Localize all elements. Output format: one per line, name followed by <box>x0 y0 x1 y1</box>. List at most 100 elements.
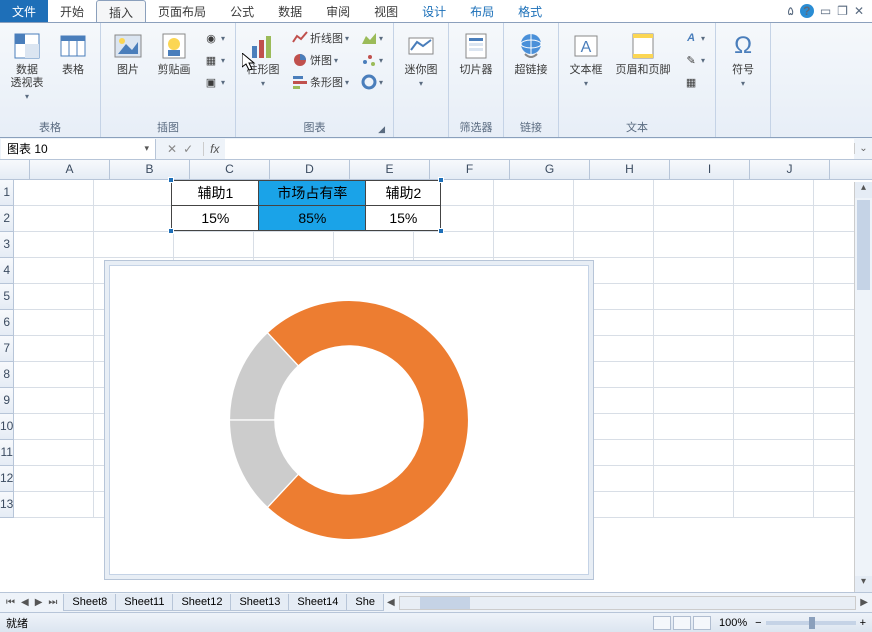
zoom-out-icon[interactable]: − <box>755 617 761 629</box>
sheet-nav-first-icon[interactable]: ⏮ <box>4 597 17 608</box>
chart-object[interactable] <box>104 260 594 580</box>
selection-handle[interactable] <box>168 177 174 183</box>
column-header-H[interactable]: H <box>590 160 670 179</box>
signature-button[interactable]: ✎▾ <box>679 50 709 70</box>
ribbon-minimize-icon[interactable]: ۵ <box>787 4 793 18</box>
table-button[interactable]: 表格 <box>52 28 94 79</box>
tab-page-layout[interactable]: 页面布局 <box>146 0 218 22</box>
formula-input[interactable] <box>225 139 854 159</box>
column-header-J[interactable]: J <box>750 160 830 179</box>
row-header-10[interactable]: 10 <box>0 414 14 440</box>
sheet-tab-She[interactable]: She <box>346 594 384 611</box>
row-header-6[interactable]: 6 <box>0 310 14 336</box>
horizontal-scrollbar[interactable]: ◀ ▶ <box>383 596 872 610</box>
view-page-layout-button[interactable] <box>673 616 691 630</box>
row-header-5[interactable]: 5 <box>0 284 14 310</box>
row-header-12[interactable]: 12 <box>0 466 14 492</box>
selection-handle[interactable] <box>438 228 444 234</box>
scroll-down-icon[interactable]: ▾ <box>855 576 872 592</box>
chart-plot-area[interactable] <box>115 271 583 569</box>
tab-view[interactable]: 视图 <box>362 0 410 22</box>
fx-icon[interactable]: fx <box>203 142 225 156</box>
name-box[interactable]: 图表 10▾ <box>1 139 156 159</box>
vertical-scrollbar[interactable]: ▴ ▾ <box>854 182 872 592</box>
symbol-button[interactable]: Ω 符号▾ <box>722 28 764 90</box>
clipart-button[interactable]: 剪贴画 <box>153 28 195 79</box>
tab-insert[interactable]: 插入 <box>96 0 146 22</box>
column-header-E[interactable]: E <box>350 160 430 179</box>
zoom-slider[interactable]: − + <box>755 617 866 629</box>
tab-home[interactable]: 开始 <box>48 0 96 22</box>
zoom-thumb[interactable] <box>809 617 815 629</box>
column-header-G[interactable]: G <box>510 160 590 179</box>
column-header-D[interactable]: D <box>270 160 350 179</box>
zoom-level[interactable]: 100% <box>719 617 747 629</box>
smartart-button[interactable]: ▦▾ <box>199 50 229 70</box>
tab-review[interactable]: 审阅 <box>314 0 362 22</box>
hscroll-left-icon[interactable]: ◀ <box>387 597 395 608</box>
sheet-nav-next-icon[interactable]: ▶ <box>33 597 45 608</box>
view-normal-button[interactable] <box>653 616 671 630</box>
formula-expand-icon[interactable]: ⌄ <box>854 143 872 154</box>
column-header-C[interactable]: C <box>190 160 270 179</box>
area-chart-button[interactable]: ▾ <box>357 28 387 48</box>
scroll-thumb[interactable] <box>857 200 870 290</box>
sheet-tab-Sheet14[interactable]: Sheet14 <box>288 594 347 611</box>
column-header-A[interactable]: A <box>30 160 110 179</box>
scroll-up-icon[interactable]: ▴ <box>855 182 872 198</box>
other-chart-button[interactable]: ▾ <box>357 72 387 92</box>
tab-data[interactable]: 数据 <box>266 0 314 22</box>
row-header-9[interactable]: 9 <box>0 388 14 414</box>
worksheet-grid[interactable]: ABCDEFGHIJ 12345678910111213 辅助1市场占有率辅助2… <box>0 160 872 590</box>
tab-design[interactable]: 设计 <box>410 0 458 22</box>
picture-button[interactable]: 图片 <box>107 28 149 79</box>
line-chart-button[interactable]: 折线图▾ <box>288 28 353 48</box>
selection-handle[interactable] <box>438 177 444 183</box>
pivot-table-button[interactable]: 数据 透视表▾ <box>6 28 48 103</box>
cell-c1[interactable]: 辅助1 <box>171 180 259 206</box>
cell-e2[interactable]: 15% <box>365 205 441 231</box>
view-page-break-button[interactable] <box>693 616 711 630</box>
shapes-button[interactable]: ◉▾ <box>199 28 229 48</box>
pie-chart-button[interactable]: 饼图▾ <box>288 50 353 70</box>
tab-file[interactable]: 文件 <box>0 0 48 22</box>
window-restore-icon[interactable]: ❐ <box>837 4 848 18</box>
tab-layout[interactable]: 布局 <box>458 0 506 22</box>
bar-chart-button[interactable]: 条形图▾ <box>288 72 353 92</box>
tab-formulas[interactable]: 公式 <box>218 0 266 22</box>
wordart-button[interactable]: A▾ <box>679 28 709 48</box>
row-header-8[interactable]: 8 <box>0 362 14 388</box>
cell-c2[interactable]: 15% <box>171 205 259 231</box>
row-header-1[interactable]: 1 <box>0 180 14 206</box>
hscroll-right-icon[interactable]: ▶ <box>860 597 868 608</box>
zoom-in-icon[interactable]: + <box>860 617 866 629</box>
cell-d1[interactable]: 市场占有率 <box>258 180 366 206</box>
cell-d2[interactable]: 85% <box>258 205 366 231</box>
row-header-11[interactable]: 11 <box>0 440 14 466</box>
window-close-icon[interactable]: ✕ <box>854 4 864 18</box>
sheet-tab-Sheet11[interactable]: Sheet11 <box>115 594 173 611</box>
row-header-13[interactable]: 13 <box>0 492 14 518</box>
column-header-I[interactable]: I <box>670 160 750 179</box>
textbox-button[interactable]: A 文本框▾ <box>565 28 607 90</box>
name-box-dropdown-icon[interactable]: ▾ <box>144 143 149 154</box>
cell-e1[interactable]: 辅助2 <box>365 180 441 206</box>
column-chart-button[interactable]: 柱形图▾ <box>242 28 284 90</box>
hscroll-track[interactable] <box>399 596 857 610</box>
header-footer-button[interactable]: 页眉和页脚 <box>611 28 675 79</box>
donut-segment-市场占有率[interactable] <box>268 300 469 539</box>
row-header-4[interactable]: 4 <box>0 258 14 284</box>
sparkline-button[interactable]: 迷你图▾ <box>400 28 442 90</box>
sheet-tab-Sheet13[interactable]: Sheet13 <box>230 594 289 611</box>
tab-format[interactable]: 格式 <box>506 0 554 22</box>
sheet-tab-Sheet12[interactable]: Sheet12 <box>172 594 231 611</box>
sheet-nav-last-icon[interactable]: ⏭ <box>46 597 59 608</box>
charts-launcher-icon[interactable]: ◢ <box>378 124 385 135</box>
object-button[interactable]: ▦ <box>679 72 709 92</box>
row-header-2[interactable]: 2 <box>0 206 14 232</box>
cells-area[interactable]: 辅助1市场占有率辅助215%85%15% <box>14 180 872 518</box>
column-header-B[interactable]: B <box>110 160 190 179</box>
selection-handle[interactable] <box>168 228 174 234</box>
scatter-chart-button[interactable]: ▾ <box>357 50 387 70</box>
row-header-7[interactable]: 7 <box>0 336 14 362</box>
